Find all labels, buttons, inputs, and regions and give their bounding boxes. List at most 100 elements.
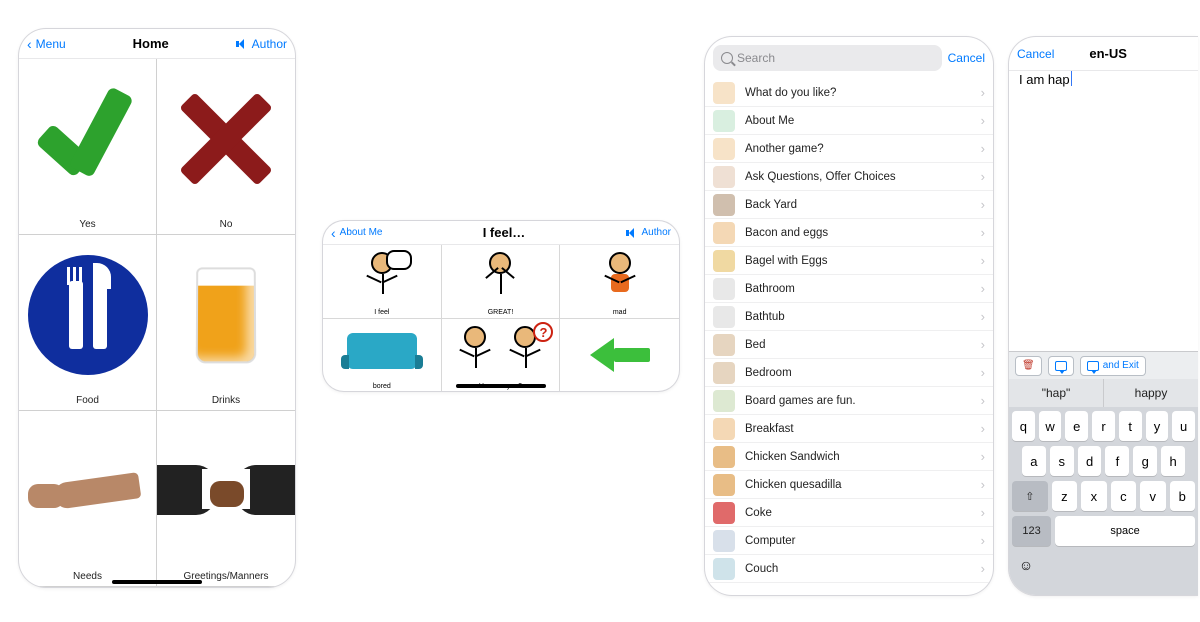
cancel-button[interactable]: Cancel: [948, 51, 985, 65]
speech-bubble-icon: [1055, 361, 1067, 371]
trash-icon: 🗑: [1022, 360, 1035, 371]
key-d[interactable]: d: [1078, 446, 1102, 476]
cell-mad[interactable]: mad: [560, 245, 679, 319]
author-button[interactable]: Author: [626, 227, 671, 238]
back-button[interactable]: ‹ About Me: [331, 226, 382, 240]
cell-drinks[interactable]: Drinks: [157, 235, 295, 411]
list-item[interactable]: Board games are fun.›: [705, 387, 993, 415]
list-item[interactable]: Breakfast›: [705, 415, 993, 443]
list-item[interactable]: Bedroom›: [705, 359, 993, 387]
cancel-button[interactable]: Cancel: [1017, 47, 1054, 61]
list-item-label: Coke: [745, 507, 772, 519]
list-item-label: Bathtub: [745, 311, 785, 323]
cell-needs[interactable]: Needs: [19, 411, 157, 587]
key-u[interactable]: u: [1172, 411, 1195, 441]
list-item[interactable]: About Me ›: [705, 107, 993, 135]
suggestion[interactable]: "hap": [1009, 379, 1104, 407]
keyboard-suggestions: "hap" happy: [1009, 379, 1198, 407]
suggestion[interactable]: happy: [1104, 379, 1198, 407]
list-item[interactable]: Bagel with Eggs›: [705, 247, 993, 275]
key-g[interactable]: g: [1133, 446, 1157, 476]
author-button[interactable]: Author: [236, 37, 287, 51]
space-key[interactable]: space: [1055, 516, 1195, 546]
list-item[interactable]: Chicken Sandwich›: [705, 443, 993, 471]
key-f[interactable]: f: [1105, 446, 1129, 476]
plate-icon: [28, 255, 148, 375]
list-item[interactable]: Another game?›: [705, 135, 993, 163]
keyboard: qwertyu asdfgh ⇧ zxcvb 123 space ☺: [1009, 407, 1198, 595]
speak-button[interactable]: [1048, 356, 1074, 376]
list-item-icon: [713, 278, 735, 300]
list-item-label: Bedroom: [745, 367, 792, 379]
list-item[interactable]: Ask Questions, Offer Choices›: [705, 163, 993, 191]
key-e[interactable]: e: [1065, 411, 1088, 441]
key-r[interactable]: r: [1092, 411, 1115, 441]
thought-bubble-icon: [386, 250, 412, 270]
list-item-label: Bed: [745, 339, 765, 351]
shift-key[interactable]: ⇧: [1012, 481, 1048, 511]
chevron-right-icon: ›: [981, 113, 985, 128]
cell-greetings[interactable]: Greetings/Manners: [157, 411, 295, 587]
list-item[interactable]: Back Yard›: [705, 191, 993, 219]
numbers-key[interactable]: 123: [1012, 516, 1051, 546]
cell-label: Drinks: [212, 395, 240, 406]
cell-i-feel[interactable]: I feel: [323, 245, 442, 319]
home-indicator[interactable]: [456, 384, 546, 388]
list-item-label: Bacon and eggs: [745, 227, 828, 239]
key-h[interactable]: h: [1161, 446, 1185, 476]
category-grid: Yes No Food Drinks Needs Greetings/: [19, 59, 295, 588]
key-b[interactable]: b: [1170, 481, 1195, 511]
key-y[interactable]: y: [1146, 411, 1169, 441]
list-item-label: About Me: [745, 115, 794, 127]
cell-food[interactable]: Food: [19, 235, 157, 411]
text-input[interactable]: I am hap: [1009, 71, 1198, 87]
list-item[interactable]: Bed›: [705, 331, 993, 359]
key-x[interactable]: x: [1081, 481, 1106, 511]
text-value: I am hap: [1019, 72, 1070, 87]
cell-label: No: [220, 219, 233, 230]
cell-bored[interactable]: bored: [323, 319, 442, 392]
key-t[interactable]: t: [1119, 411, 1142, 441]
key-z[interactable]: z: [1052, 481, 1077, 511]
list-item-icon: [713, 558, 735, 580]
i-feel-screen: ‹ About Me I feel… Author I feel GREAT!: [322, 220, 680, 392]
results-list[interactable]: What do you like?› About Me › Another game?…: [705, 79, 993, 583]
back-button[interactable]: ‹ Menu: [27, 37, 66, 51]
stick-figure-icon: [360, 252, 404, 302]
speak-and-exit-button[interactable]: and Exit: [1080, 356, 1146, 376]
trash-button[interactable]: 🗑: [1015, 356, 1042, 376]
list-item[interactable]: Bacon and eggs›: [705, 219, 993, 247]
list-item-label: Chicken quesadilla: [745, 479, 842, 491]
cell-no[interactable]: No: [157, 59, 295, 235]
key-w[interactable]: w: [1039, 411, 1062, 441]
cell-great[interactable]: GREAT!: [442, 245, 561, 319]
home-indicator[interactable]: [112, 580, 202, 584]
search-input[interactable]: Search: [713, 45, 942, 71]
cell-how-are-you[interactable]: ? How are you?: [442, 319, 561, 392]
key-q[interactable]: q: [1012, 411, 1035, 441]
key-v[interactable]: v: [1140, 481, 1165, 511]
list-item[interactable]: Bathroom›: [705, 275, 993, 303]
cell-back[interactable]: [560, 319, 679, 392]
nav-bar: Cancel en-US: [1009, 37, 1198, 71]
cell-yes[interactable]: Yes: [19, 59, 157, 235]
key-a[interactable]: a: [1022, 446, 1046, 476]
list-item[interactable]: What do you like?›: [705, 79, 993, 107]
key-s[interactable]: s: [1050, 446, 1074, 476]
list-item[interactable]: Chicken quesadilla›: [705, 471, 993, 499]
list-item[interactable]: Coke›: [705, 499, 993, 527]
emoji-key[interactable]: ☺: [1016, 555, 1036, 575]
handshake-icon: [166, 451, 286, 531]
list-item[interactable]: Bathtub›: [705, 303, 993, 331]
chevron-right-icon: ›: [981, 253, 985, 268]
chevron-right-icon: ›: [981, 449, 985, 464]
list-item-icon: [713, 306, 735, 328]
cell-label: bored: [373, 383, 391, 390]
key-c[interactable]: c: [1111, 481, 1136, 511]
chevron-right-icon: ›: [981, 561, 985, 576]
list-item[interactable]: Couch›: [705, 555, 993, 583]
type-screen: Cancel en-US I am hap 🗑 and Exit "hap" h…: [1008, 36, 1198, 596]
chevron-left-icon: ‹: [331, 226, 336, 240]
author-label: Author: [252, 37, 287, 51]
list-item[interactable]: Computer›: [705, 527, 993, 555]
